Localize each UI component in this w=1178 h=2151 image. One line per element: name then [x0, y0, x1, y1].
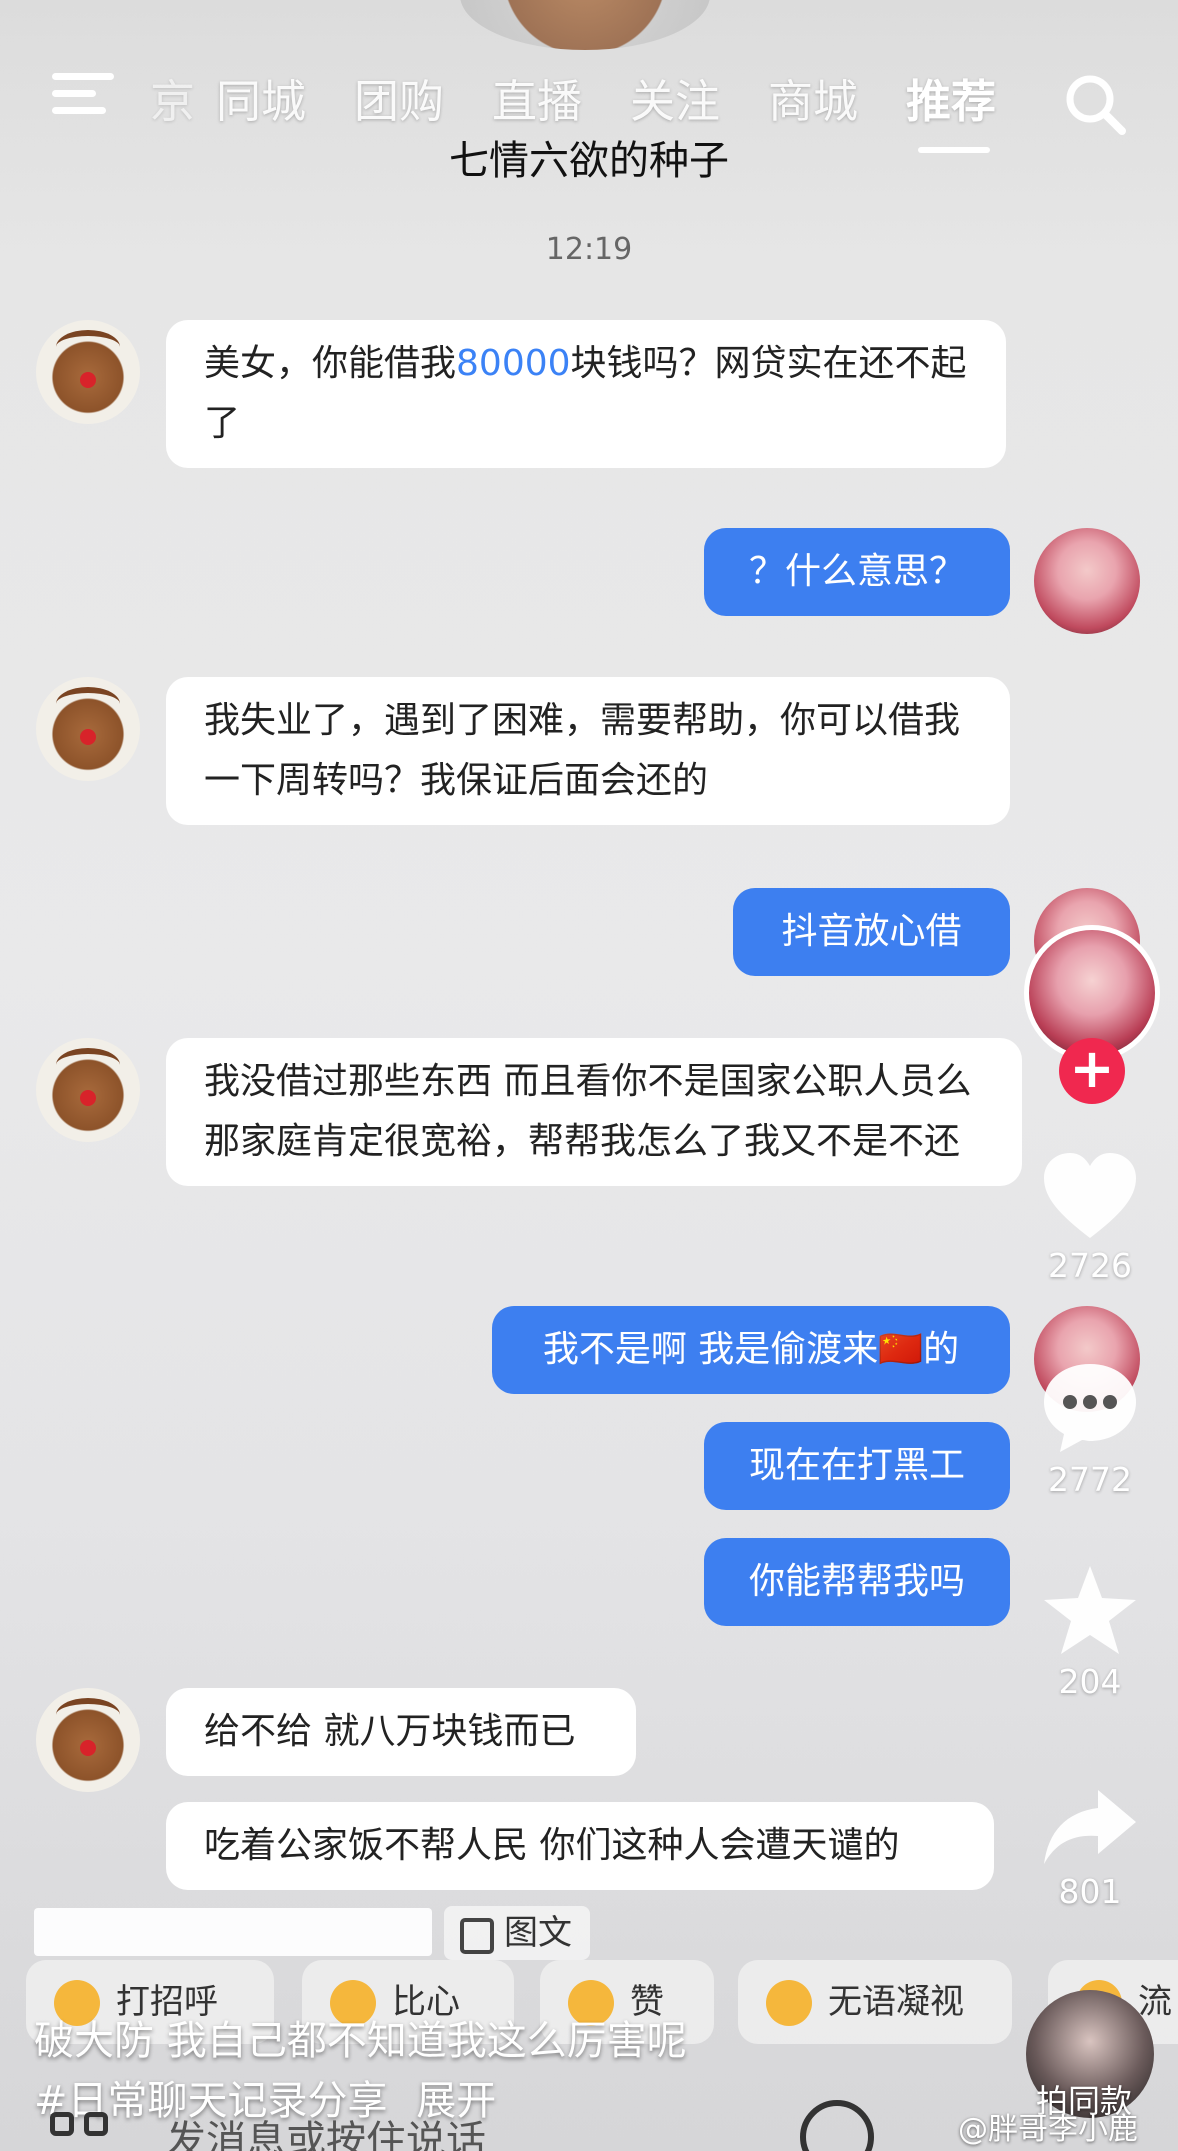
comment-icon — [1044, 1364, 1136, 1452]
tab-shangcheng[interactable]: 商城 — [768, 65, 858, 130]
favorite-count: 204 — [1058, 1662, 1122, 1701]
speechless-emoji-icon — [766, 1980, 812, 2026]
star-icon — [1044, 1566, 1136, 1654]
menu-icon[interactable] — [52, 73, 114, 117]
comment-action[interactable]: 2772 — [1020, 1360, 1160, 1499]
share-count: 801 — [1058, 1872, 1122, 1911]
message-bubble-sent: ？什么意思？ — [704, 528, 1010, 616]
sender-avatar[interactable] — [36, 320, 140, 424]
self-avatar[interactable] — [1034, 528, 1140, 634]
message-bubble-received: 美女，你能借我80000块钱吗？网贷实在还不起了 — [166, 320, 1006, 468]
highlight-number: 80000 — [456, 343, 571, 384]
apps-grid-icon[interactable] — [50, 2112, 120, 2151]
top-navigation: 京 同城 团购 直播 关注 商城 推荐 — [0, 55, 1178, 153]
comment-count: 2772 — [1048, 1460, 1132, 1499]
message-bubble-received: 我没借过那些东西 而且看你不是国家公职人员么 那家庭肯定很宽裕，帮帮我怎么了我又… — [166, 1038, 1022, 1186]
message-bubble-sent: 你能帮帮我吗 — [704, 1538, 1010, 1626]
share-arrow-icon — [1044, 1790, 1136, 1864]
message-bubble-sent: 抖音放心借 — [733, 888, 1010, 976]
chat-title: 七情六欲的种子 — [449, 138, 729, 184]
sender-avatar[interactable] — [36, 1038, 140, 1142]
message-bubble-received: 给不给 就八万块钱而已 — [166, 1688, 636, 1776]
message-bubble-sent: 我不是啊 我是偷渡来🇨🇳的 — [492, 1306, 1010, 1394]
like-count: 2726 — [1048, 1246, 1132, 1285]
background-avatar-peek — [460, 0, 710, 50]
message-bubble-received: 吃着公家饭不帮人民 你们这种人会遭天谴的 — [166, 1802, 994, 1890]
sender-avatar[interactable] — [36, 677, 140, 781]
tab-partial[interactable]: 京 — [150, 65, 195, 130]
weibo-watermark: @胖哥李小鹿 — [958, 2112, 1138, 2147]
favorite-action[interactable]: 204 — [1020, 1562, 1160, 1701]
post-caption: 破大防 我自己都不知道我这么厉害呢 — [34, 2018, 687, 2064]
quick-reply-chip[interactable]: 无语凝视 — [738, 1960, 1012, 2044]
message-bubble-received: 我失业了，遇到了困难，需要帮助，你可以借我一下周转吗？我保证后面会还的 — [166, 677, 1010, 825]
heart-icon — [1044, 1153, 1136, 1238]
sender-avatar[interactable] — [36, 1688, 140, 1792]
tab-tongcheng[interactable]: 同城 — [216, 65, 306, 130]
blurred-strip — [34, 1908, 432, 1956]
follow-button[interactable]: + — [1059, 1038, 1125, 1104]
tab-guanzhu[interactable]: 关注 — [630, 65, 720, 130]
chat-timestamp: 12:19 — [545, 232, 633, 267]
tab-tuijian[interactable]: 推荐 — [906, 65, 996, 130]
tab-tuangou[interactable]: 团购 — [354, 65, 444, 130]
message-input[interactable]: 发消息或按住说话 — [166, 2108, 486, 2151]
share-action[interactable]: 801 — [1020, 1786, 1160, 1911]
tuwen-badge[interactable]: 图文 — [444, 1906, 590, 1960]
like-action[interactable]: 2726 — [1020, 1150, 1160, 1285]
tab-zhibo[interactable]: 直播 — [492, 65, 582, 130]
message-bubble-sent: 现在在打黑工 — [704, 1422, 1010, 1510]
